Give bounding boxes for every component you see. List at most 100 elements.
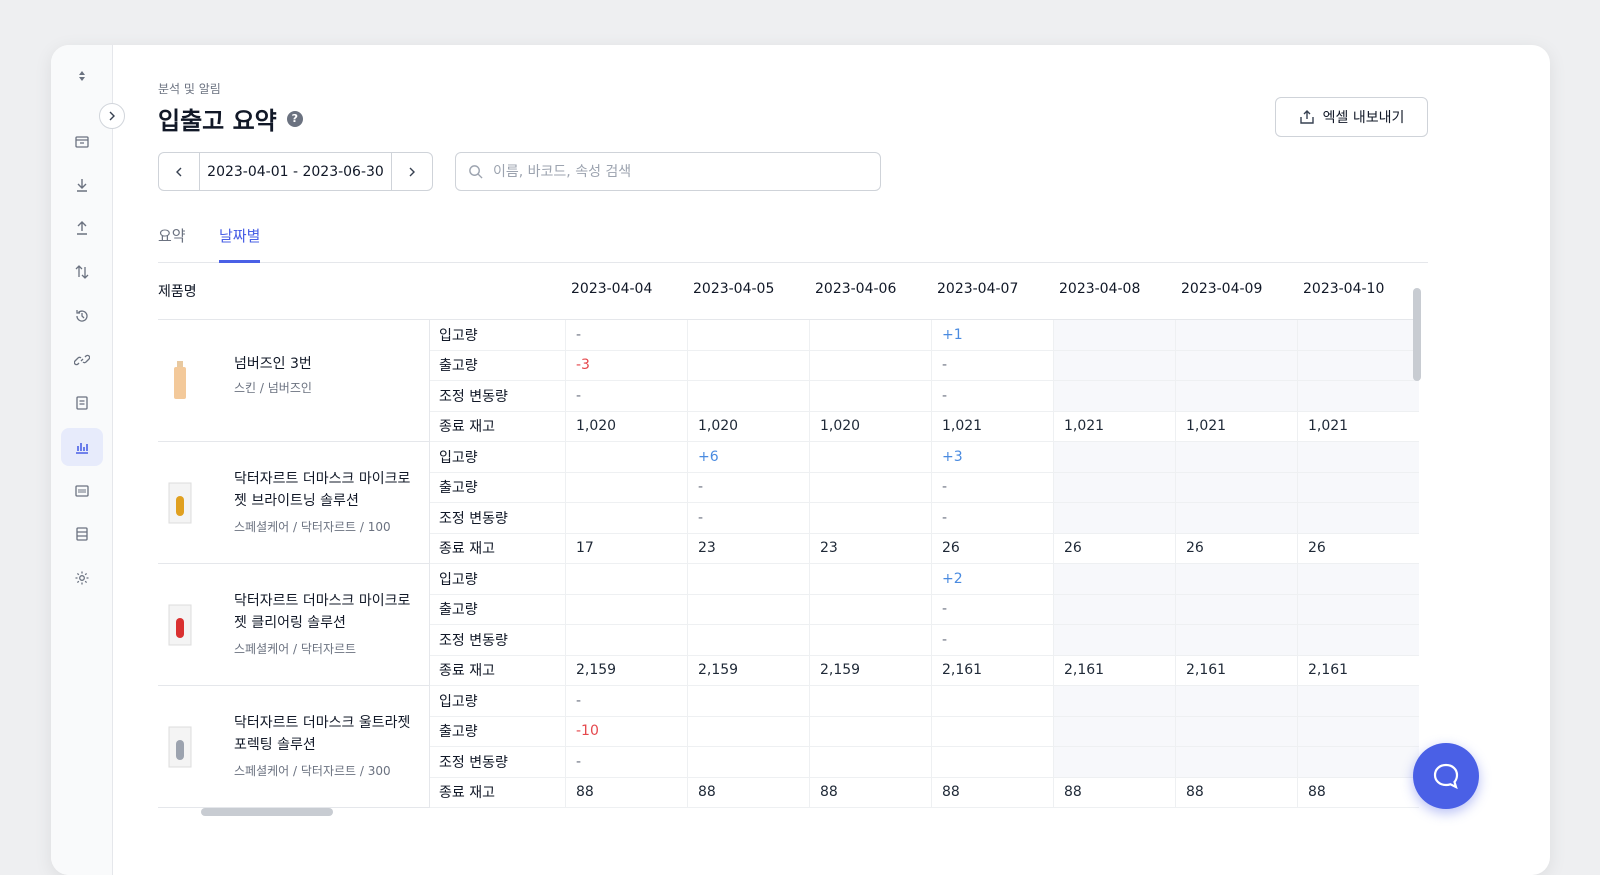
page-title-text: 입출고 요약 [158, 107, 277, 135]
sidebar-item-chart[interactable] [61, 428, 103, 466]
table-cell: - [687, 472, 809, 503]
column-header-product: 제품명 [158, 284, 197, 300]
product-thumbnail [168, 478, 192, 528]
search-input[interactable] [493, 163, 853, 180]
next-date-button[interactable] [392, 153, 432, 190]
table-cell [687, 747, 809, 778]
sidebar-expand-button[interactable] [99, 103, 125, 129]
export-label: 엑셀 내보내기 [1322, 110, 1405, 126]
document-icon [76, 396, 88, 410]
table-cell: 26 [1175, 533, 1297, 564]
product-cell[interactable]: 닥터자르트 더마스크 마이크로 젯 브라이트닝 솔루션 스페셜케어 / 닥터자르트… [158, 442, 430, 563]
table-cell [1053, 350, 1175, 381]
table-cell: - [931, 625, 1053, 656]
table-cell [1297, 381, 1419, 412]
column-header-date: 2023-04-09 [1181, 281, 1263, 297]
table-cell: 88 [1053, 777, 1175, 808]
database-icon [76, 527, 88, 541]
inventory-table: 넘버즈인 3번 스킨 / 넘버즈인 입고량 - +1 출고량 -3- 조정 변동량 - - 종료 재… [158, 319, 1419, 808]
sidebar-item-transfer[interactable] [61, 253, 103, 291]
table-cell: 88 [1175, 777, 1297, 808]
sidebar-item-gear[interactable] [61, 559, 103, 597]
product-cell[interactable]: 넘버즈인 3번 스킨 / 넘버즈인 [158, 320, 430, 441]
sidebar-item-box[interactable] [61, 122, 103, 160]
table-cell [1053, 594, 1175, 625]
table-cell: 88 [687, 777, 809, 808]
table-cell: - [565, 747, 687, 778]
product-category: 스킨 / 넘버즈인 [234, 381, 312, 395]
chat-button[interactable] [1413, 743, 1479, 809]
box-icon [75, 136, 89, 148]
sort-icon [79, 71, 85, 81]
product-thumbnail [168, 356, 192, 406]
table-cell [1297, 503, 1419, 534]
table-cell [1053, 625, 1175, 656]
table-cell: 1,020 [565, 411, 687, 442]
table-cell [1053, 442, 1175, 473]
download-icon [77, 179, 87, 192]
table-cell [809, 686, 931, 717]
product-cell[interactable]: 닥터자르트 더마스크 마이크로 젯 클리어링 솔루션 스페셜케어 / 닥터자르트 [158, 564, 430, 685]
product-cell[interactable]: 닥터자르트 더마스크 울트라젯 포렉팅 솔루션 스페셜케어 / 닥터자르트 / 3… [158, 686, 430, 807]
table-cell [1175, 686, 1297, 717]
table-cell [931, 716, 1053, 747]
product-category: 스페셜케어 / 닥터자르트 / 300 [234, 764, 391, 778]
chat-icon [1433, 763, 1459, 790]
upload-icon [77, 221, 87, 235]
table-cell [687, 594, 809, 625]
help-icon[interactable]: ? [286, 110, 303, 127]
metric-label: 종료 재고 [430, 656, 572, 686]
table-cell [565, 625, 687, 656]
table-cell [565, 564, 687, 595]
table-cell [687, 320, 809, 351]
tab-by-date[interactable]: 날짜별 [219, 225, 261, 263]
sidebar-item-document[interactable] [61, 384, 103, 422]
table-cell: +2 [931, 564, 1053, 595]
table-cell [1053, 472, 1175, 503]
sidebar-item-download[interactable] [61, 166, 103, 204]
table-cell [1175, 747, 1297, 778]
table-cell [1175, 381, 1297, 412]
sidebar-item-barcode[interactable] [61, 472, 103, 510]
table-cell: 2,159 [809, 655, 931, 686]
sidebar-item-sort[interactable] [61, 57, 103, 95]
sidebar [51, 45, 113, 875]
page-title: 입출고 요약 ? [158, 101, 303, 136]
product-category: 스페셜케어 / 닥터자르트 [234, 642, 357, 656]
table-cell [1297, 594, 1419, 625]
product-row-group: 닥터자르트 더마스크 마이크로 젯 클리어링 솔루션 스페셜케어 / 닥터자르트 입… [158, 564, 1419, 686]
table-cell [809, 350, 931, 381]
metric-label: 입고량 [430, 564, 572, 595]
metric-label: 출고량 [430, 717, 572, 747]
table-cell [809, 503, 931, 534]
chevron-right-icon [409, 167, 415, 176]
date-range-picker: 2023-04-01 - 2023-06-30 [158, 152, 433, 191]
date-range-value[interactable]: 2023-04-01 - 2023-06-30 [199, 153, 392, 190]
table-cell [809, 594, 931, 625]
horizontal-scrollbar[interactable] [201, 808, 333, 816]
table-cell [809, 320, 931, 351]
prev-date-button[interactable] [159, 153, 199, 190]
search-box [455, 152, 881, 191]
vertical-scrollbar[interactable] [1413, 288, 1421, 381]
table-cell [1297, 686, 1419, 717]
tab-summary[interactable]: 요약 [158, 225, 186, 263]
sidebar-item-database[interactable] [61, 515, 103, 553]
table-cell: - [931, 594, 1053, 625]
table-cell: 2,159 [565, 655, 687, 686]
table-cell [1175, 564, 1297, 595]
export-excel-button[interactable]: 엑셀 내보내기 [1275, 97, 1428, 137]
sidebar-item-upload[interactable] [61, 209, 103, 247]
table-cell [1053, 686, 1175, 717]
table-cell [565, 594, 687, 625]
table-cell [1175, 594, 1297, 625]
table-cell [1297, 442, 1419, 473]
table-cell: 2,161 [1175, 655, 1297, 686]
sidebar-item-link[interactable] [61, 341, 103, 379]
table-cell [687, 350, 809, 381]
gear-icon [75, 571, 89, 585]
sidebar-item-history[interactable] [61, 297, 103, 335]
table-cell: 88 [565, 777, 687, 808]
table-cell [1053, 503, 1175, 534]
table-cell [687, 625, 809, 656]
